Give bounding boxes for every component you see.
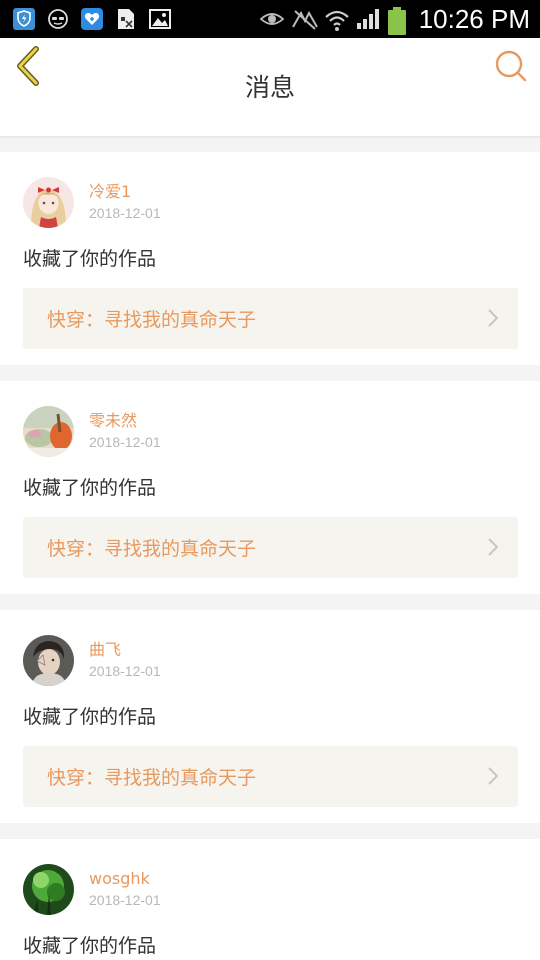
message-list: 冷爱1 2018-12-01 收藏了你的作品 快穿：寻找我的真命天子 零未然 2…	[0, 152, 540, 960]
work-title: 快穿：寻找我的真命天子	[47, 538, 257, 560]
username[interactable]: 零未然	[89, 410, 161, 432]
avatar[interactable]	[23, 863, 74, 915]
user-meta: wosghk 2018-12-01	[89, 868, 161, 910]
battery-icon	[387, 7, 407, 35]
message-header: 冷爱1 2018-12-01	[23, 172, 518, 232]
search-button[interactable]	[494, 49, 528, 83]
user-meta: 曲飞 2018-12-01	[89, 639, 161, 681]
signal-bars-icon	[355, 7, 379, 31]
avatar[interactable]	[23, 405, 74, 457]
message-date: 2018-12-01	[89, 434, 161, 450]
sim-icon	[114, 7, 138, 31]
action-text: 收藏了你的作品	[23, 477, 157, 499]
action-text: 收藏了你的作品	[23, 935, 157, 957]
message-header: wosghk 2018-12-01	[23, 859, 518, 919]
message-date: 2018-12-01	[89, 892, 161, 908]
work-title: 快穿：寻找我的真命天子	[47, 767, 257, 789]
status-right-icons: 10:26 PM	[259, 3, 530, 35]
status-bar: 10:26 PM	[0, 0, 540, 38]
action-text: 收藏了你的作品	[23, 248, 157, 270]
search-icon	[495, 50, 527, 82]
work-link[interactable]: 快穿：寻找我的真命天子	[23, 746, 518, 807]
username[interactable]: wosghk	[89, 868, 161, 890]
message-card[interactable]: 零未然 2018-12-01 收藏了你的作品 快穿：寻找我的真命天子	[0, 381, 540, 594]
chevron-right-icon	[488, 309, 499, 327]
avatar[interactable]	[23, 176, 74, 228]
message-card[interactable]: 冷爱1 2018-12-01 收藏了你的作品 快穿：寻找我的真命天子	[0, 152, 540, 365]
avatar[interactable]	[23, 634, 74, 686]
heart-app-icon	[80, 7, 104, 31]
wifi-icon	[323, 7, 349, 31]
user-meta: 冷爱1 2018-12-01	[89, 181, 161, 223]
work-title: 快穿：寻找我的真命天子	[47, 309, 257, 331]
message-date: 2018-12-01	[89, 205, 161, 221]
message-card[interactable]: 曲飞 2018-12-01 收藏了你的作品 快穿：寻找我的真命天子	[0, 610, 540, 823]
message-header: 零未然 2018-12-01	[23, 401, 518, 461]
eye-icon	[259, 7, 285, 31]
work-link[interactable]: 快穿：寻找我的真命天子	[23, 288, 518, 349]
sunglasses-icon	[46, 7, 70, 31]
action-text: 收藏了你的作品	[23, 706, 157, 728]
shield-app-icon	[12, 7, 36, 31]
no-signal-icon	[291, 7, 318, 31]
user-meta: 零未然 2018-12-01	[89, 410, 161, 452]
work-link[interactable]: 快穿：寻找我的真命天子	[23, 517, 518, 578]
page-title: 消息	[244, 73, 295, 102]
chevron-right-icon	[488, 767, 499, 785]
username[interactable]: 曲飞	[89, 639, 161, 661]
clock: 10:26 PM	[418, 3, 530, 34]
image-icon	[148, 7, 172, 31]
username[interactable]: 冷爱1	[89, 181, 161, 203]
status-left-icons	[12, 6, 172, 32]
message-card[interactable]: wosghk 2018-12-01 收藏了你的作品	[0, 839, 540, 960]
message-date: 2018-12-01	[89, 663, 161, 679]
chevron-right-icon	[488, 538, 499, 556]
message-header: 曲飞 2018-12-01	[23, 630, 518, 690]
